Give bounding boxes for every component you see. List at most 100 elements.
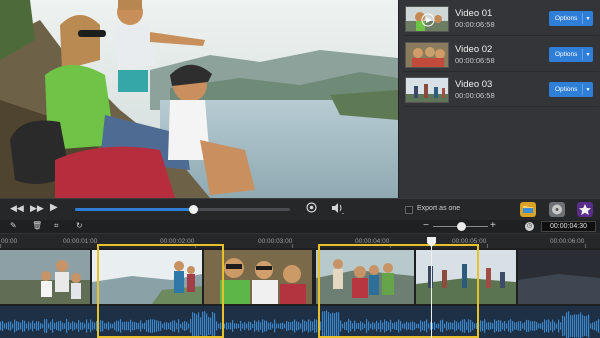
waveform-bar [232,320,234,332]
waveform-bar [8,321,10,331]
clip-thumbnail [405,42,449,68]
audio-track[interactable] [0,306,600,338]
ruler-tick-label: 00:00:06:00 [550,238,585,245]
clip-duration: 00:00:06:58 [455,56,495,65]
fast-forward-icon[interactable]: ▶▶ [30,203,44,214]
track-frame [518,250,600,304]
burn-disc-icon[interactable] [549,202,565,217]
track-frame [0,250,90,304]
delete-icon[interactable]: 🗑 [32,221,42,230]
waveform-bar [564,316,566,336]
waveform-bar [496,320,498,332]
waveform-bar [512,320,514,332]
waveform-bar [270,322,272,330]
audio-waveform [0,310,600,338]
waveform-bar [598,319,600,333]
crop-icon[interactable]: ⌗ [54,221,59,231]
rewind-icon[interactable]: ◀◀ [10,203,24,214]
waveform-bar [500,320,502,332]
waveform-bar [48,323,50,329]
waveform-bar [554,321,556,331]
trim-handle-left[interactable] [318,246,320,336]
zoom-slider-handle[interactable] [456,222,466,231]
video-track[interactable] [0,248,600,306]
video-preview[interactable] [0,0,398,198]
waveform-bar [90,319,92,333]
waveform-bar [568,311,570,338]
waveform-bar [78,320,80,332]
waveform-bar [556,323,558,329]
waveform-bar [88,322,90,330]
chevron-down-icon[interactable]: ▼ [583,87,593,93]
waveform-bar [284,323,286,329]
waveform-bar [66,319,68,333]
waveform-bar [562,315,564,337]
seek-progress [75,208,194,211]
trim-handle-left[interactable] [97,246,99,336]
waveform-bar [228,322,230,330]
current-time-field[interactable]: 00:00:04:30 [541,221,596,232]
waveform-bar [552,319,554,333]
preview-image [0,0,398,198]
waveform-bar [576,314,578,338]
waveform-bar [566,312,568,338]
waveform-bar [40,323,42,329]
options-button[interactable]: Options ▼ [549,11,593,26]
waveform-bar [76,323,78,329]
waveform-bar [518,321,520,331]
waveform-bar [484,319,486,333]
seek-bar[interactable] [75,205,290,214]
rotate-icon[interactable]: ↻ [76,221,83,230]
waveform-bar [60,320,62,332]
volume-icon[interactable] [331,202,345,216]
waveform-bar [520,321,522,331]
waveform-bar [252,323,254,329]
waveform-bar [572,315,574,337]
waveform-bar [506,323,508,329]
clip-item-video-02[interactable]: Video 02 00:00:06:58 Options ▼ [403,40,599,72]
waveform-bar [534,320,536,332]
chevron-down-icon[interactable]: ▼ [583,52,593,58]
waveform-bar [544,319,546,333]
waveform-bar [584,316,586,336]
waveform-bar [570,315,572,337]
waveform-bar [510,319,512,333]
options-button[interactable]: Options ▼ [549,47,593,62]
folder-icon[interactable] [520,202,536,217]
trim-handle-right[interactable] [477,246,479,336]
waveform-bar [250,321,252,331]
export-as-one-checkbox[interactable] [405,206,413,214]
trim-selection[interactable] [97,244,224,338]
seek-handle[interactable] [189,205,199,214]
waveform-bar [548,319,550,333]
waveform-bar [290,322,292,330]
waveform-bar [310,320,312,332]
options-label: Options [555,51,578,58]
waveform-bar [18,321,20,331]
trim-handle-right[interactable] [222,246,224,336]
ruler-tick-label: 00:00:03:00 [258,238,293,245]
clip-item-video-03[interactable]: Video 03 00:00:06:58 Options ▼ [403,75,599,107]
zoom-in-button[interactable]: + [490,220,496,231]
export-as-one-label: Export as one [417,205,461,212]
playhead[interactable] [431,237,432,338]
waveform-bar [504,321,506,331]
waveform-bar [488,322,490,330]
waveform-bar [264,320,266,332]
edit-icon[interactable]: ✎ [10,221,17,230]
star-icon[interactable] [577,202,593,217]
chevron-down-icon[interactable]: ▼ [583,16,593,22]
zoom-out-button[interactable]: − [423,220,429,231]
waveform-bar [536,322,538,330]
waveform-bar [68,321,70,331]
waveform-bar [82,322,84,330]
play-icon[interactable]: ▶ [50,202,58,213]
trim-selection[interactable] [318,244,479,338]
clip-title: Video 01 [455,8,493,19]
clip-item-video-01[interactable]: Video 01 00:00:06:58 Options ▼ [403,4,599,36]
options-button[interactable]: Options ▼ [549,82,593,97]
waveform-bar [28,321,30,331]
snapshot-icon[interactable] [306,202,317,215]
time-ruler[interactable]: 00:00 00:00:01:00 00:00:02:00 00:00:03:0… [0,233,600,248]
waveform-bar [304,320,306,332]
